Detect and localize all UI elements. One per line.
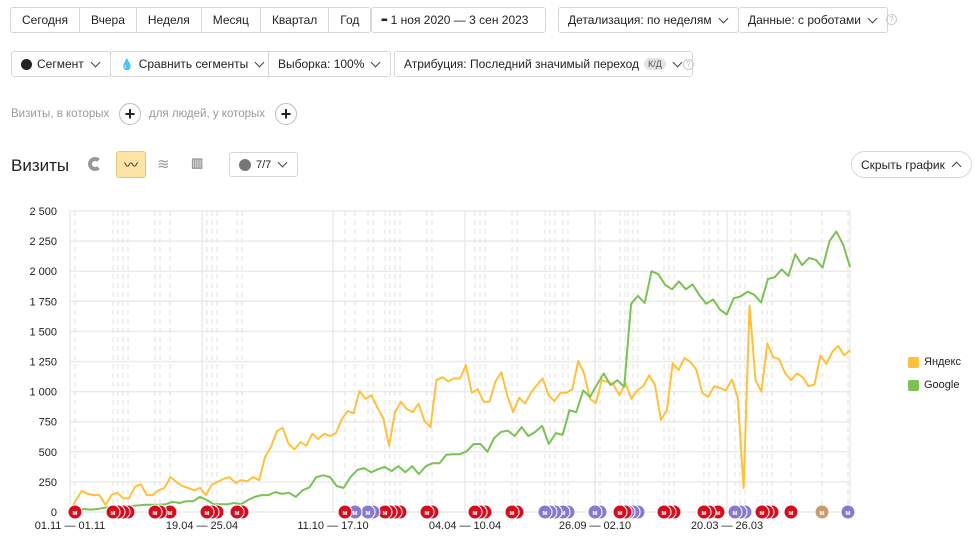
x-tick-label: 26.09 — 02.10	[559, 520, 631, 532]
chevron-down-icon	[867, 13, 878, 23]
annotation-marker-label: м	[661, 510, 666, 517]
date-range-label: 1 ноя 2020 — 3 сен 2023	[390, 13, 529, 27]
series-line-google	[69, 230, 851, 513]
annotation-marker-label: м	[152, 510, 157, 517]
chevron-down-icon	[277, 157, 288, 168]
data-mode-label: Данные: с роботами	[748, 13, 861, 27]
annotation-marker-label: м	[72, 510, 77, 517]
annotation-marker-label: м	[542, 510, 547, 517]
x-tick-label: 11.10 — 17.10	[297, 520, 368, 532]
annotation-marker-label: м	[382, 510, 387, 517]
annotation-marker-label: м	[167, 510, 172, 517]
line-chart-view-icon[interactable]: 〰	[116, 151, 146, 178]
hide-chart-label: Скрыть график	[861, 157, 945, 172]
period-presets: Сегодня Вчера Неделя Месяц Квартал Год	[10, 7, 372, 33]
pie-chart-view-icon[interactable]	[88, 157, 102, 171]
y-tick-label: 1 000	[29, 387, 57, 399]
attribution-badge: К/Д	[643, 58, 666, 70]
y-tick-label: 1 750	[29, 296, 57, 308]
chart-title: Визиты	[11, 156, 70, 175]
series-line-yandex	[69, 304, 851, 513]
x-tick-label: 01.11 — 01.11	[35, 520, 106, 532]
annotation-marker-label: м	[509, 510, 514, 517]
pie-segment-icon	[21, 58, 32, 70]
bar-chart-view-icon[interactable]: ▥	[191, 155, 203, 171]
chevron-down-icon	[90, 57, 101, 67]
help-icon[interactable]: ?	[886, 14, 897, 25]
chevron-up-icon	[951, 161, 962, 171]
period-today-button[interactable]: Сегодня	[11, 8, 80, 32]
annotation-marker-label: м	[759, 510, 764, 517]
y-tick-label: 750	[39, 417, 57, 429]
annotation-marker-label: м	[732, 510, 737, 517]
legend-swatch	[908, 379, 919, 391]
segment-label: Сегмент	[37, 57, 84, 71]
y-tick-label: 500	[39, 447, 57, 459]
drops-icon: 💧	[120, 58, 134, 71]
sample-label: Выборка: 100%	[278, 57, 365, 71]
y-tick-label: 1 500	[29, 326, 57, 338]
annotation-marker-label: м	[342, 510, 347, 517]
detail-label: Детализация: по неделям	[568, 13, 712, 27]
legend-item-google[interactable]: Google	[908, 379, 959, 391]
hide-chart-button[interactable]: Скрыть график	[851, 151, 972, 178]
data-mode-dropdown[interactable]: Данные: с роботами	[738, 7, 888, 33]
legend-swatch	[908, 356, 919, 368]
annotation-marker-label: м	[365, 510, 370, 517]
legend-item-yandex[interactable]: Яндекс	[908, 356, 961, 368]
period-yesterday-button[interactable]: Вчера	[80, 8, 137, 32]
y-tick-label: 250	[39, 477, 57, 489]
annotation-marker-label: м	[845, 510, 850, 517]
people-filter-label: для людей, у которых	[149, 108, 266, 120]
annotation-marker-label: м	[204, 510, 209, 517]
chevron-down-icon	[370, 57, 381, 67]
x-tick-label: 19.04 — 25.04	[166, 520, 238, 532]
annotation-marker-label: м	[617, 510, 622, 517]
y-tick-label: 2 250	[29, 236, 57, 248]
period-week-button[interactable]: Неделя	[137, 8, 202, 32]
x-tick-label: 04.04 — 10.04	[429, 520, 501, 532]
area-chart-view-icon[interactable]: ≋	[157, 155, 170, 173]
sample-dropdown[interactable]: Выборка: 100%	[268, 51, 392, 77]
y-tick-label: 0	[51, 507, 57, 519]
annotation-marker-label: м	[352, 510, 357, 517]
notes-dropdown[interactable]: 7/7	[229, 152, 299, 177]
chevron-down-icon	[672, 57, 683, 67]
x-tick-label: 20.03 — 26.03	[691, 520, 763, 532]
visits-chart: 0 250 500 750 1 000 1 250 1 500 1 750 2 000 2 250…	[29, 206, 856, 532]
chevron-down-icon	[254, 57, 265, 67]
attribution-label: Атрибуция: Последний значимый переход	[404, 57, 639, 71]
visits-filter-label: Визиты, в которых	[11, 108, 110, 120]
period-month-button[interactable]: Месяц	[202, 8, 261, 32]
period-quarter-button[interactable]: Квартал	[261, 8, 330, 32]
period-year-button[interactable]: Год	[329, 8, 370, 32]
date-range-picker[interactable]: ▪▪▪ 1 ноя 2020 — 3 сен 2023	[371, 7, 546, 33]
comment-icon	[239, 158, 251, 171]
notes-count: 7/7	[256, 158, 272, 171]
attribution-dropdown[interactable]: Атрибуция: Последний значимый переход К/Д	[394, 51, 693, 77]
compare-label: Сравнить сегменты	[138, 57, 249, 71]
add-people-filter-button[interactable]: +	[275, 103, 297, 125]
annotation-marker-label: м	[592, 510, 597, 517]
detail-dropdown[interactable]: Детализация: по неделям	[558, 7, 739, 33]
legend-label: Google	[924, 379, 960, 391]
y-tick-label: 2 000	[29, 266, 57, 278]
annotation-marker-label: м	[788, 510, 793, 517]
annotation-marker-label: м	[472, 510, 477, 517]
calendar-icon: ▪▪▪	[381, 14, 387, 26]
annotation-marker-label: м	[110, 510, 115, 517]
y-tick-label: 2 500	[29, 206, 57, 218]
annotation-marker-label: м	[234, 510, 239, 517]
annotation-marker-label: м	[424, 510, 429, 517]
chevron-down-icon	[718, 13, 729, 23]
add-visit-filter-button[interactable]: +	[119, 103, 141, 125]
y-tick-label: 1 250	[29, 357, 57, 369]
segment-dropdown[interactable]: Сегмент	[11, 51, 111, 77]
annotation-marker-label: м	[819, 510, 824, 517]
help-icon[interactable]: ?	[683, 59, 694, 70]
legend-label: Яндекс	[924, 356, 961, 368]
compare-segments-dropdown[interactable]: 💧 Сравнить сегменты	[110, 51, 276, 77]
annotation-marker-label: м	[701, 510, 706, 517]
